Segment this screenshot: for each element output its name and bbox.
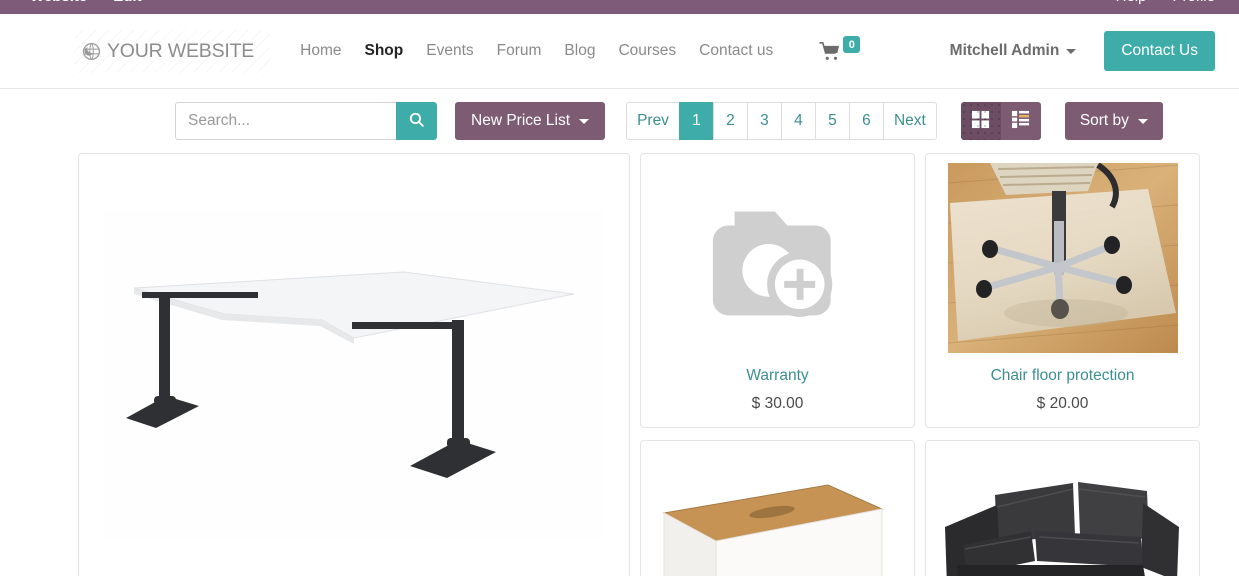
pagination-next[interactable]: Next bbox=[882, 102, 937, 140]
user-menu[interactable]: Mitchell Admin bbox=[950, 42, 1077, 60]
site-logo[interactable]: YOUR WEBSITE bbox=[73, 29, 271, 73]
cable-box-photo bbox=[650, 449, 905, 576]
grid-view-button[interactable] bbox=[960, 102, 1001, 140]
site-logo-text: YOUR WEBSITE bbox=[107, 39, 255, 62]
top-bar-item-edit[interactable]: Edit bbox=[113, 0, 141, 5]
system-top-bar[interactable]: Website Edit Help Profile bbox=[0, 0, 1239, 14]
contact-us-button[interactable]: Contact Us bbox=[1104, 31, 1215, 71]
site-navbar: YOUR WEBSITE Home Shop Events Forum Blog… bbox=[0, 14, 1239, 89]
product-card-sofa[interactable] bbox=[925, 440, 1200, 576]
top-bar-right-group: Help Profile bbox=[1116, 0, 1215, 5]
navbar-right-group: Mitchell Admin Contact Us bbox=[950, 31, 1215, 71]
product-image-wrap bbox=[649, 449, 906, 576]
product-title-link[interactable]: Chair floor protection bbox=[934, 367, 1191, 385]
main-navigation: Home Shop Events Forum Blog Courses Cont… bbox=[300, 42, 773, 60]
nav-link-blog[interactable]: Blog bbox=[564, 42, 595, 60]
product-price: $ 20.00 bbox=[1036, 395, 1089, 412]
list-view-icon bbox=[1011, 110, 1030, 132]
product-card-chair-floor-protection[interactable]: Chair floor protection $ 20.00 bbox=[925, 153, 1200, 428]
chevron-down-icon bbox=[1066, 48, 1077, 54]
cart-count-badge: 0 bbox=[843, 36, 861, 53]
grid-view-icon bbox=[971, 110, 990, 132]
user-menu-label: Mitchell Admin bbox=[949, 42, 1060, 59]
product-card-warranty[interactable]: Warranty $ 30.00 bbox=[640, 153, 915, 428]
product-card-featured[interactable] bbox=[78, 153, 630, 576]
nav-link-home[interactable]: Home bbox=[300, 42, 341, 60]
image-placeholder-icon bbox=[685, 165, 871, 351]
sort-by-label: Sort by bbox=[1079, 112, 1129, 129]
product-column-right: Chair floor protection $ 20.00 bbox=[925, 153, 1200, 576]
search-button[interactable] bbox=[396, 102, 437, 140]
pagination-page-5[interactable]: 5 bbox=[814, 102, 849, 140]
view-mode-toggle bbox=[960, 102, 1041, 140]
product-card-cable-box[interactable] bbox=[640, 440, 915, 576]
product-title-link[interactable]: Warranty bbox=[649, 367, 906, 385]
cart-button[interactable]: 0 bbox=[819, 36, 861, 61]
product-image-wrap bbox=[649, 162, 906, 354]
pagination-page-1[interactable]: 1 bbox=[678, 102, 713, 140]
nav-link-events[interactable]: Events bbox=[426, 42, 473, 60]
list-view-button[interactable] bbox=[1000, 102, 1041, 140]
desk-photo bbox=[104, 209, 604, 540]
nav-link-contact-us[interactable]: Contact us bbox=[699, 42, 773, 60]
product-column-middle: Warranty $ 30.00 bbox=[640, 153, 915, 576]
pagination-page-6[interactable]: 6 bbox=[848, 102, 883, 140]
search-icon bbox=[408, 111, 425, 131]
pagination-page-2[interactable]: 2 bbox=[712, 102, 747, 140]
top-bar-item-profile[interactable]: Profile bbox=[1172, 0, 1215, 5]
pagination-prev[interactable]: Prev bbox=[626, 102, 679, 140]
shopping-cart-icon bbox=[819, 41, 841, 61]
sort-by-dropdown[interactable]: Sort by bbox=[1064, 102, 1163, 140]
product-search-form bbox=[175, 102, 437, 140]
top-bar-item-help[interactable]: Help bbox=[1116, 0, 1147, 5]
new-price-list-label: New Price List bbox=[471, 112, 571, 129]
chevron-down-icon bbox=[579, 118, 590, 124]
product-grid: Warranty $ 30.00 Chair floor protection … bbox=[0, 153, 1239, 576]
pagination-page-4[interactable]: 4 bbox=[780, 102, 815, 140]
product-column-featured bbox=[78, 153, 630, 576]
nav-link-forum[interactable]: Forum bbox=[497, 42, 542, 60]
nav-link-shop[interactable]: Shop bbox=[364, 42, 403, 60]
nav-link-courses[interactable]: Courses bbox=[618, 42, 676, 60]
pagination-page-3[interactable]: 3 bbox=[746, 102, 781, 140]
product-image-wrap bbox=[934, 449, 1191, 576]
pagination: Prev 1 2 3 4 5 6 Next bbox=[626, 102, 937, 140]
search-input[interactable] bbox=[175, 102, 396, 140]
chair-mat-photo bbox=[947, 163, 1178, 353]
shop-toolbar: New Price List Prev 1 2 3 4 5 6 Next bbox=[0, 89, 1239, 153]
globe-icon bbox=[82, 42, 101, 61]
top-bar-left-group: Website Edit bbox=[30, 0, 142, 5]
product-price: $ 30.00 bbox=[751, 395, 804, 412]
chevron-down-icon bbox=[1137, 118, 1148, 124]
sofa-photo bbox=[935, 449, 1190, 576]
product-image-wrap bbox=[934, 162, 1191, 354]
top-bar-item-website[interactable]: Website bbox=[30, 0, 87, 5]
new-price-list-dropdown[interactable]: New Price List bbox=[455, 102, 606, 140]
